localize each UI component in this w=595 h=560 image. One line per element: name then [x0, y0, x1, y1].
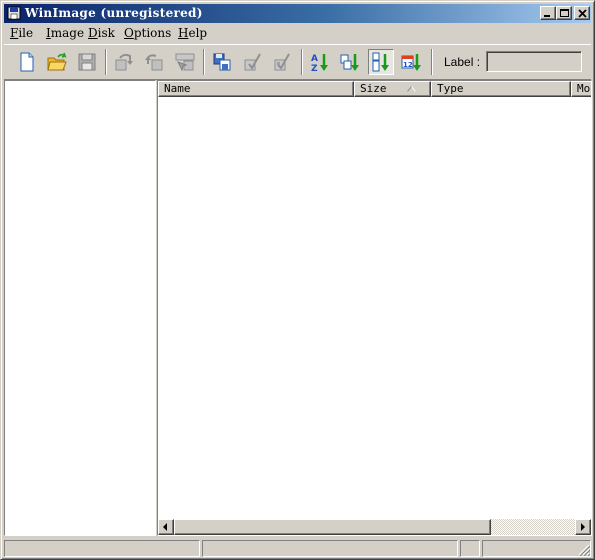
status-panel-4 — [482, 540, 591, 557]
svg-text:12: 12 — [403, 61, 413, 69]
new-button[interactable] — [14, 49, 40, 75]
menu-image[interactable]: Image — [46, 26, 84, 40]
menu-options[interactable]: Options — [124, 26, 171, 40]
toolbar-separator — [105, 49, 107, 75]
window-title: WinImage (unregistered) — [25, 6, 203, 20]
label-caption: Label : — [444, 55, 481, 69]
status-panel-3 — [460, 540, 480, 557]
check-button[interactable] — [239, 49, 265, 75]
column-header-type[interactable]: Type — [431, 81, 571, 97]
file-list-pane[interactable]: Name Size Type Modified — [157, 80, 592, 536]
minimize-button[interactable] — [540, 6, 556, 20]
resize-grip-icon[interactable] — [578, 544, 590, 556]
new-document-icon — [20, 52, 34, 72]
volume-label-field[interactable] — [486, 51, 582, 72]
write-disk-icon — [145, 54, 163, 71]
sort-by-type-icon — [340, 54, 359, 71]
scroll-left-button[interactable] — [158, 519, 174, 535]
status-panel-2 — [202, 540, 458, 557]
folder-tree-pane[interactable] — [4, 80, 156, 536]
maximize-button[interactable] — [556, 6, 572, 20]
open-folder-icon — [47, 52, 67, 71]
sort-by-name-icon: A Z — [311, 54, 328, 72]
copy-disk-button[interactable] — [209, 49, 235, 75]
sort-type-button[interactable] — [337, 49, 363, 75]
format-disk-icon — [175, 53, 195, 72]
scroll-right-button[interactable] — [575, 519, 591, 535]
open-button[interactable] — [44, 49, 70, 75]
menu-file[interactable]: File — [10, 26, 33, 40]
column-header-size[interactable]: Size — [354, 81, 431, 97]
menu-help[interactable]: Help — [178, 26, 207, 40]
file-list-header: Name Size Type Modified — [158, 81, 591, 97]
maximize-icon — [560, 9, 569, 17]
status-bar — [4, 538, 591, 557]
scroll-right-icon — [581, 523, 585, 531]
sort-by-size-icon — [372, 52, 389, 72]
read-disk-button[interactable] — [111, 49, 137, 75]
sort-by-date-icon: 12 — [401, 54, 421, 71]
svg-text:Z: Z — [311, 64, 318, 72]
format-check-icon — [244, 53, 261, 71]
minimize-icon — [544, 15, 550, 17]
sort-size-button[interactable] — [368, 49, 394, 75]
svg-text:A: A — [311, 54, 318, 64]
sort-ascending-icon — [407, 86, 416, 92]
toolbar-separator — [203, 49, 205, 75]
write-check-button[interactable] — [269, 49, 295, 75]
winimage-window: WinImage (unregistered) File Image Disk … — [0, 0, 595, 560]
close-icon — [578, 9, 587, 18]
read-disk-icon — [115, 53, 133, 71]
menu-bar: File Image Disk Options Help — [4, 24, 591, 42]
sort-name-button[interactable]: A Z — [307, 49, 333, 75]
save-disk-icon — [78, 53, 96, 71]
format-disk-button[interactable] — [171, 49, 197, 75]
save-button[interactable] — [74, 49, 100, 75]
close-button[interactable] — [574, 6, 590, 20]
scroll-left-icon — [163, 523, 167, 531]
write-disk-button[interactable] — [141, 49, 167, 75]
copy-disk-icon — [213, 53, 231, 71]
winimage-app-icon — [7, 6, 21, 20]
column-header-modified[interactable]: Modified — [571, 81, 591, 97]
title-bar[interactable]: WinImage (unregistered) — [4, 4, 591, 23]
sort-date-button[interactable]: 12 — [398, 49, 424, 75]
toolbar-separator — [431, 49, 433, 75]
format-write-check-icon — [274, 53, 290, 71]
column-header-name[interactable]: Name — [158, 81, 354, 97]
menu-disk[interactable]: Disk — [88, 26, 115, 40]
horizontal-scrollbar[interactable] — [158, 519, 591, 535]
toolbar-separator — [301, 49, 303, 75]
scroll-thumb[interactable] — [174, 519, 491, 535]
status-panel-1 — [4, 540, 200, 557]
